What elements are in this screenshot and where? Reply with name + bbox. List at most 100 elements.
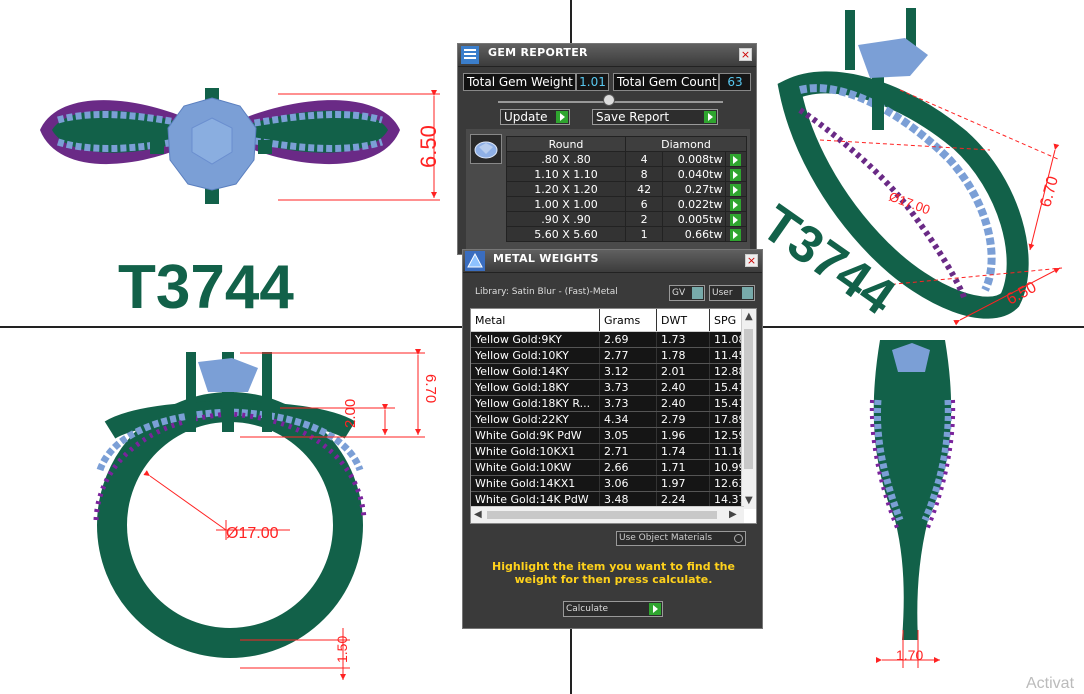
gem-weight: 0.022tw — [662, 196, 726, 212]
metal-dwt: 1.78 — [656, 347, 710, 364]
metal-name: White Gold:10KX1 — [471, 443, 600, 460]
dim-side-height-label: 6.70 — [422, 374, 439, 403]
metal-col-dwt[interactable]: DWT — [656, 309, 710, 332]
metal-row[interactable]: White Gold:10KW 2.66 1.71 10.99 — [471, 459, 753, 476]
play-arrow-icon — [704, 111, 716, 123]
scrollbar-thumb[interactable] — [744, 329, 753, 469]
gem-count: 8 — [624, 166, 664, 182]
gv-toggle[interactable]: GV — [669, 285, 705, 301]
metal-row[interactable]: Yellow Gold:10KY 2.77 1.78 11.45 — [471, 347, 753, 364]
dim-side-band-label: 1.50 — [334, 636, 350, 663]
scrollbar-thumb[interactable] — [487, 511, 717, 519]
use-object-materials-option[interactable]: Use Object Materials — [616, 531, 746, 546]
gem-row[interactable]: 1.00 X 1.00 6 0.022tw — [506, 196, 747, 212]
metal-row[interactable]: White Gold:10KX1 2.71 1.74 11.18 — [471, 443, 753, 460]
metal-row[interactable]: White Gold:9K PdW 3.05 1.96 12.59 — [471, 427, 753, 444]
calculate-button-label: Calculate — [566, 604, 609, 614]
calculate-button[interactable]: Calculate — [563, 601, 663, 617]
gem-row[interactable]: 5.60 X 5.60 1 0.66tw — [506, 226, 747, 242]
gem-size: 5.60 X 5.60 — [506, 226, 626, 242]
metal-name: Yellow Gold:22KY — [471, 411, 600, 428]
metal-grams: 2.66 — [599, 459, 657, 476]
library-label: Library: Satin Blur - (Fast)-Metal — [475, 287, 618, 297]
metal-name: Yellow Gold:18KY R... — [471, 395, 600, 412]
metal-weights-close-button[interactable]: × — [745, 254, 758, 267]
gem-reporter-titlebar[interactable]: GEM REPORTER × — [458, 44, 756, 67]
instruction-text: Highlight the item you want to find the … — [492, 560, 735, 586]
select-gem-arrow-icon[interactable] — [730, 228, 742, 241]
gem-weight: 0.27tw — [662, 181, 726, 197]
metal-name: Yellow Gold:10KY — [471, 347, 600, 364]
metal-row[interactable]: Yellow Gold:14KY 3.12 2.01 12.88 — [471, 363, 753, 380]
metal-name: White Gold:10KW — [471, 459, 600, 476]
metal-grams: 3.06 — [599, 475, 657, 492]
user-toggle[interactable]: User — [709, 285, 755, 301]
select-gem-arrow-icon[interactable] — [730, 153, 742, 166]
metal-name: Yellow Gold:14KY — [471, 363, 600, 380]
select-gem-arrow-icon[interactable] — [730, 198, 742, 211]
scroll-up-icon[interactable]: ▲ — [745, 311, 753, 322]
dim-side-setting-label: 2.00 — [342, 399, 359, 428]
gem-stats: Total Gem Weight 1.01 Total Gem Count 63 — [463, 73, 753, 91]
metal-grams: 3.12 — [599, 363, 657, 380]
gv-toggle-label: GV — [672, 288, 686, 298]
metal-list-horizontal-scrollbar[interactable]: ◀ ▶ — [471, 506, 744, 523]
update-button[interactable]: Update — [500, 109, 570, 125]
scroll-right-icon[interactable]: ▶ — [729, 509, 737, 520]
metal-dwt: 2.79 — [656, 411, 710, 428]
gem-report-icon — [461, 46, 479, 64]
metal-row[interactable]: Yellow Gold:22KY 4.34 2.79 17.89 — [471, 411, 753, 428]
gem-count: 42 — [624, 181, 664, 197]
gem-reporter-title: GEM REPORTER — [488, 46, 588, 59]
select-gem-arrow-icon[interactable] — [730, 213, 742, 226]
round-diamond-icon — [470, 134, 502, 164]
gem-size: .80 X .80 — [506, 151, 626, 167]
metal-row[interactable]: Yellow Gold:18KY 3.73 2.40 15.41 — [471, 379, 753, 396]
update-button-label: Update — [504, 110, 548, 124]
gem-list-area: Round Diamond .80 X .80 4 0.008tw 1.10 X… — [466, 129, 750, 254]
toggle-indicator-icon — [692, 287, 703, 299]
gem-count: 1 — [624, 226, 664, 242]
scroll-down-icon[interactable]: ▼ — [745, 495, 753, 506]
metal-row[interactable]: Yellow Gold:18KY R... 3.73 2.40 15.41 — [471, 395, 753, 412]
metal-grams: 2.77 — [599, 347, 657, 364]
save-report-button[interactable]: Save Report — [592, 109, 718, 125]
total-gem-count-value: 63 — [719, 73, 751, 91]
metal-row[interactable]: Yellow Gold:9KY 2.69 1.73 11.08 — [471, 331, 753, 348]
gem-slider-knob[interactable] — [603, 94, 615, 106]
toggle-indicator-icon — [742, 287, 753, 299]
radio-icon[interactable] — [734, 534, 743, 543]
gem-size: 1.10 X 1.10 — [506, 166, 626, 182]
metal-dwt: 2.40 — [656, 395, 710, 412]
select-gem-arrow-icon[interactable] — [730, 183, 742, 196]
metal-list-vertical-scrollbar[interactable]: ▲ ▼ — [741, 309, 756, 509]
dim-profile-width-label: 1.70 — [896, 647, 923, 663]
model-code-front: T3744 — [118, 253, 294, 322]
metal-table: Metal Grams DWT SPG Yellow Gold:9KY 2.69 1… — [471, 309, 753, 508]
select-gem-arrow-icon[interactable] — [730, 168, 742, 181]
metal-col-metal[interactable]: Metal — [471, 309, 600, 332]
metal-weights-titlebar[interactable]: METAL WEIGHTS × — [463, 250, 762, 273]
metal-row[interactable]: White Gold:14KX1 3.06 1.97 12.63 — [471, 475, 753, 492]
gem-row[interactable]: .90 X .90 2 0.005tw — [506, 211, 747, 227]
total-gem-weight-label: Total Gem Weight — [463, 73, 576, 91]
metal-name: White Gold:9K PdW — [471, 427, 600, 444]
metal-list[interactable]: Metal Grams DWT SPG Yellow Gold:9KY 2.69 1… — [470, 308, 757, 524]
metal-dwt: 1.71 — [656, 459, 710, 476]
total-gem-count-label: Total Gem Count — [613, 73, 719, 91]
play-arrow-icon — [556, 111, 568, 123]
top-view-ring — [40, 88, 400, 204]
scroll-left-icon[interactable]: ◀ — [474, 509, 482, 520]
gem-weight: 0.66tw — [662, 226, 726, 242]
metal-grams: 3.05 — [599, 427, 657, 444]
gem-row[interactable]: 1.10 X 1.10 8 0.040tw — [506, 166, 747, 182]
gem-row[interactable]: .80 X .80 4 0.008tw — [506, 151, 747, 167]
metal-dwt: 1.97 — [656, 475, 710, 492]
gem-reporter-close-button[interactable]: × — [739, 48, 752, 61]
metal-col-grams[interactable]: Grams — [599, 309, 657, 332]
total-gem-weight-value: 1.01 — [576, 73, 609, 91]
gem-row[interactable]: 1.20 X 1.20 42 0.27tw — [506, 181, 747, 197]
metal-grams: 2.71 — [599, 443, 657, 460]
gem-col-material: Diamond — [625, 136, 747, 152]
gem-size: 1.20 X 1.20 — [506, 181, 626, 197]
